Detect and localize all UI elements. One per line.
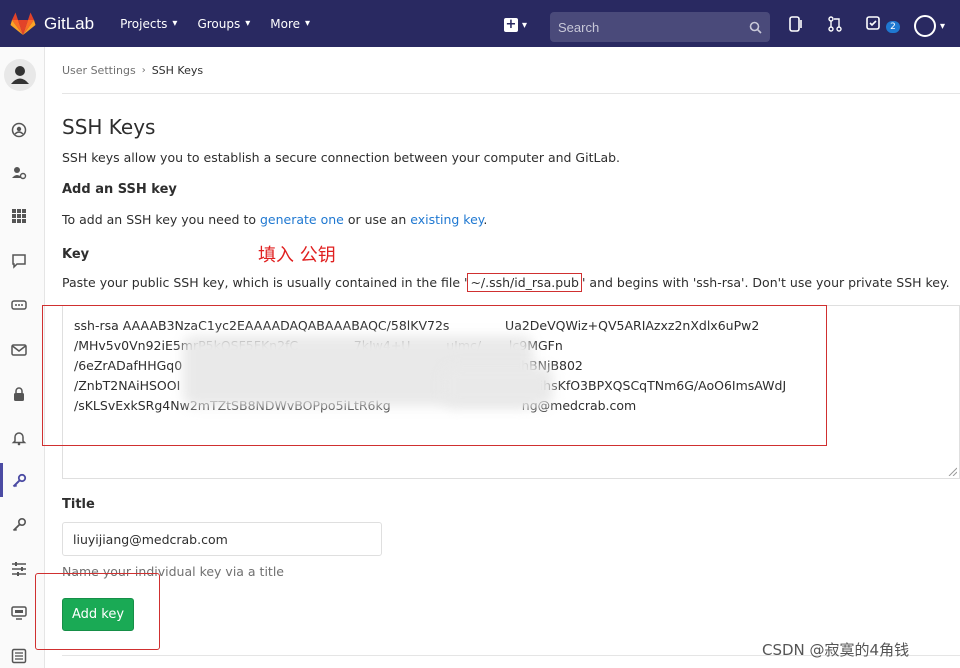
breadcrumb-ssh-keys[interactable]: SSH Keys — [152, 64, 203, 77]
active-indicator — [0, 463, 3, 497]
page-title: SSH Keys — [62, 115, 156, 139]
nav-more-label: More — [270, 16, 301, 31]
profile-icon[interactable] — [11, 122, 27, 138]
notifications-icon[interactable] — [11, 430, 27, 446]
chevron-down-icon: ▾ — [940, 20, 946, 32]
add-desc-text: To add an SSH key you need to — [62, 212, 260, 227]
active-sessions-icon[interactable] — [11, 605, 27, 621]
chevron-down-icon: ▾ — [522, 19, 528, 31]
annotation-fill-public-key: 填入 公钥 — [258, 245, 336, 266]
key-help-post: ' and begins with 'ssh-rsa'. Don't use y… — [582, 275, 950, 290]
top-navbar: GitLab Projects ▾ Groups ▾ More ▾ + ▾ 2 ▾ — [0, 0, 960, 47]
chevron-down-icon: ▾ — [245, 18, 251, 29]
gitlab-logo[interactable]: GitLab — [10, 12, 94, 36]
add-desc-text: . — [483, 212, 488, 227]
chevron-right-icon: › — [141, 65, 146, 76]
user-icon — [11, 66, 29, 84]
audit-log-icon[interactable] — [11, 648, 27, 664]
annotation-box-key — [42, 305, 827, 446]
key-help-pre: Paste your public SSH key, which is usua… — [62, 275, 468, 290]
chevron-down-icon: ▾ — [305, 18, 311, 29]
main-nav: Projects ▾ Groups ▾ More ▾ — [120, 17, 330, 31]
lock-icon[interactable] — [11, 386, 27, 402]
avatar — [914, 15, 936, 37]
key-help-text: Paste your public SSH key, which is usua… — [62, 273, 950, 292]
nav-projects-label: Projects — [120, 16, 168, 31]
account-icon[interactable] — [11, 165, 27, 181]
user-menu[interactable]: ▾ — [914, 15, 945, 37]
resize-handle-icon[interactable] — [947, 466, 957, 476]
key-file-path: ~/.ssh/id_rsa.pub — [467, 273, 582, 292]
access-tokens-icon[interactable] — [11, 297, 27, 313]
key-label: Key — [62, 247, 90, 262]
new-item-button[interactable]: + ▾ — [504, 18, 527, 32]
app-name: GitLab — [44, 13, 95, 33]
search-input[interactable] — [558, 19, 728, 35]
title-label: Title — [62, 497, 95, 512]
page-description: SSH keys allow you to establish a secure… — [62, 150, 621, 165]
nav-more[interactable]: More ▾ — [270, 17, 310, 31]
breadcrumb: User Settings › SSH Keys — [62, 64, 203, 77]
issues-icon[interactable] — [789, 16, 803, 36]
todo-count-badge: 2 — [886, 20, 900, 33]
chat-icon[interactable] — [11, 253, 27, 269]
plus-icon: + — [504, 17, 518, 32]
search-icon[interactable] — [749, 21, 762, 34]
ssh-key-icon[interactable] — [11, 473, 27, 489]
gitlab-fox-icon — [10, 12, 36, 35]
title-input[interactable] — [62, 522, 382, 556]
applications-icon[interactable] — [11, 208, 27, 224]
todos-button[interactable]: 2 — [866, 16, 900, 34]
email-icon[interactable] — [11, 342, 27, 358]
search-box — [550, 12, 770, 42]
divider — [62, 93, 960, 94]
nav-projects[interactable]: Projects ▾ — [120, 17, 177, 31]
nav-groups[interactable]: Groups ▾ — [197, 17, 250, 31]
chevron-down-icon: ▾ — [172, 18, 178, 29]
watermark: CSDN @寂寞的4角钱 — [762, 641, 910, 659]
add-key-heading: Add an SSH key — [62, 182, 177, 197]
checkbox-icon — [866, 16, 880, 30]
existing-key-link[interactable]: existing key — [410, 212, 483, 227]
annotation-box-button — [35, 573, 160, 650]
breadcrumb-user-settings[interactable]: User Settings — [62, 64, 136, 77]
merge-request-icon[interactable] — [828, 16, 842, 36]
add-key-description: To add an SSH key you need to generate o… — [62, 212, 487, 227]
sidebar-user-avatar[interactable] — [4, 59, 36, 91]
gpg-key-icon[interactable] — [11, 517, 27, 533]
nav-groups-label: Groups — [197, 16, 241, 31]
add-desc-text: or use an — [343, 212, 411, 227]
preferences-icon[interactable] — [11, 561, 27, 577]
generate-one-link[interactable]: generate one — [260, 212, 344, 227]
